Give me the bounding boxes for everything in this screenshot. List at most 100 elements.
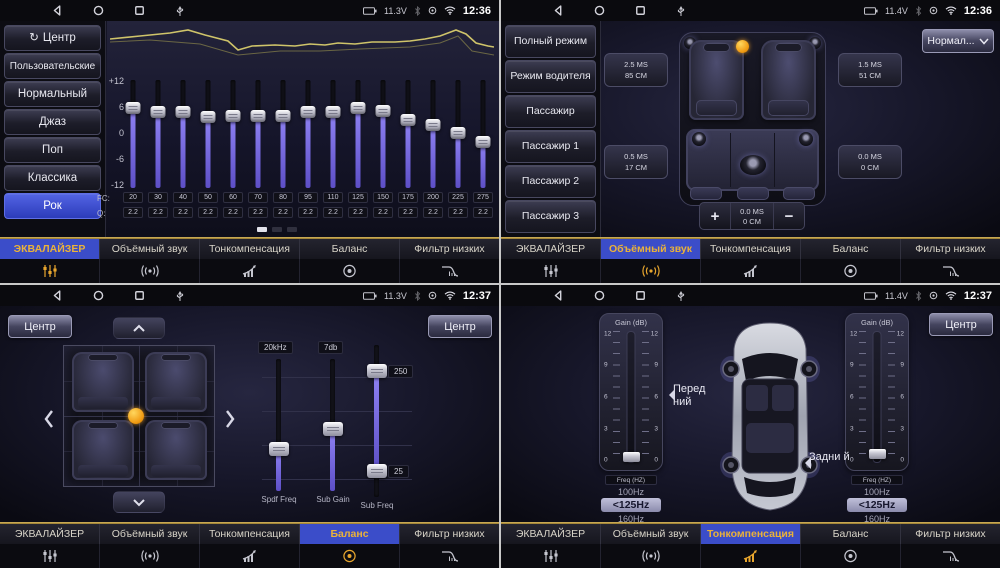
tab-lowpass[interactable]: Фильтр низких xyxy=(901,524,1000,544)
sub-freq-range-slider[interactable] xyxy=(374,345,379,497)
surround-icon[interactable] xyxy=(100,259,200,283)
freq-option-100hz[interactable]: 100Hz xyxy=(601,486,661,497)
lowpass-icon[interactable] xyxy=(400,544,499,568)
home-icon[interactable] xyxy=(594,290,605,301)
loudness-icon[interactable] xyxy=(200,544,300,568)
preset-normal[interactable]: Нормальный xyxy=(4,81,101,107)
sub-gain-slider[interactable] xyxy=(330,359,335,491)
tab-surround[interactable]: Объёмный звук xyxy=(100,239,200,259)
tab-surround[interactable]: Объёмный звук xyxy=(100,524,200,544)
balance-position-ball[interactable] xyxy=(128,408,144,424)
recents-icon[interactable] xyxy=(134,290,145,301)
mode-passenger-3[interactable]: Пассажир 3 xyxy=(505,200,596,233)
tab-surround[interactable]: Объёмный звук xyxy=(601,239,701,259)
slider-handle[interactable] xyxy=(451,127,466,139)
preset-center-button[interactable]: ↻ Центр xyxy=(4,25,101,51)
eq-band[interactable] xyxy=(198,80,218,188)
eq-band[interactable] xyxy=(173,80,193,188)
tab-balance[interactable]: Баланс xyxy=(801,239,901,259)
fader-up-button[interactable] xyxy=(113,317,165,339)
front-gain-slider[interactable] xyxy=(627,331,636,463)
slider-handle[interactable] xyxy=(476,136,491,148)
tab-balance[interactable]: Баланс xyxy=(300,239,400,259)
eq-band[interactable] xyxy=(448,80,468,188)
mode-driver[interactable]: Режим водителя xyxy=(505,60,596,93)
slider-handle[interactable] xyxy=(251,110,266,122)
lowpass-icon[interactable] xyxy=(400,259,499,283)
preset-classic[interactable]: Классика xyxy=(4,165,101,191)
eq-band[interactable] xyxy=(223,80,243,188)
slider-handle[interactable] xyxy=(269,442,289,456)
loudness-center-button[interactable]: Центр xyxy=(929,313,993,336)
tab-equalizer[interactable]: ЭКВАЛАЙЗЕР xyxy=(501,239,601,259)
eq-band[interactable] xyxy=(348,80,368,188)
tab-balance[interactable]: Баланс xyxy=(801,524,901,544)
back-icon[interactable] xyxy=(553,290,564,301)
slider-handle[interactable] xyxy=(623,452,640,462)
mode-passenger-2[interactable]: Пассажир 2 xyxy=(505,165,596,198)
home-icon[interactable] xyxy=(93,5,104,16)
surround-icon[interactable] xyxy=(601,259,701,283)
recents-icon[interactable] xyxy=(635,290,646,301)
lowpass-icon[interactable] xyxy=(901,544,1000,568)
balance-icon[interactable] xyxy=(300,259,400,283)
range-handle-upper[interactable] xyxy=(367,364,387,378)
slider-handle[interactable] xyxy=(276,110,291,122)
mode-full[interactable]: Полный режим xyxy=(505,25,596,58)
tab-lowpass[interactable]: Фильтр низких xyxy=(901,239,1000,259)
back-icon[interactable] xyxy=(553,5,564,16)
tab-loudness[interactable]: Тонкомпенсация xyxy=(200,239,300,259)
eq-band[interactable] xyxy=(148,80,168,188)
lowpass-icon[interactable] xyxy=(901,259,1000,283)
eq-band[interactable] xyxy=(298,80,318,188)
mode-passenger-1[interactable]: Пассажир 1 xyxy=(505,130,596,163)
freq-option-125hz[interactable]: <125Hz xyxy=(601,498,661,512)
recents-icon[interactable] xyxy=(635,5,646,16)
eq-band[interactable] xyxy=(473,80,493,188)
slider-handle[interactable] xyxy=(869,449,886,459)
slider-handle[interactable] xyxy=(351,102,366,114)
range-handle-lower[interactable] xyxy=(367,464,387,478)
eq-band[interactable] xyxy=(373,80,393,188)
balance-icon[interactable] xyxy=(801,544,901,568)
slider-handle[interactable] xyxy=(323,422,343,436)
home-icon[interactable] xyxy=(594,5,605,16)
delay-plus-button[interactable]: + xyxy=(700,203,730,229)
eq-band[interactable] xyxy=(423,80,443,188)
slider-handle[interactable] xyxy=(151,106,166,118)
slider-handle[interactable] xyxy=(426,119,441,131)
slider-handle[interactable] xyxy=(226,110,241,122)
preset-pop[interactable]: Поп xyxy=(4,137,101,163)
slider-handle[interactable] xyxy=(201,111,216,123)
tab-lowpass[interactable]: Фильтр низких xyxy=(400,239,499,259)
home-icon[interactable] xyxy=(93,290,104,301)
slider-handle[interactable] xyxy=(176,106,191,118)
tab-lowpass[interactable]: Фильтр низких xyxy=(400,524,499,544)
slider-handle[interactable] xyxy=(326,106,341,118)
tab-balance[interactable]: Баланс xyxy=(300,524,400,544)
balance-center-button-left[interactable]: Центр xyxy=(8,315,72,338)
back-icon[interactable] xyxy=(52,290,63,301)
balance-right-button[interactable] xyxy=(220,401,240,437)
slider-handle[interactable] xyxy=(376,105,391,117)
rear-gain-slider[interactable] xyxy=(873,331,882,463)
eq-band[interactable] xyxy=(248,80,268,188)
loudness-icon[interactable] xyxy=(200,259,300,283)
recents-icon[interactable] xyxy=(134,5,145,16)
surround-icon[interactable] xyxy=(601,544,701,568)
preset-custom[interactable]: Пользовательские xyxy=(4,53,101,79)
tab-equalizer[interactable]: ЭКВАЛАЙЗЕР xyxy=(0,524,100,544)
tab-equalizer[interactable]: ЭКВАЛАЙЗЕР xyxy=(501,524,601,544)
slider-handle[interactable] xyxy=(301,106,316,118)
tab-loudness[interactable]: Тонкомпенсация xyxy=(200,524,300,544)
balance-left-button[interactable] xyxy=(38,401,58,437)
balance-fader-map[interactable] xyxy=(63,345,215,487)
fader-down-button[interactable] xyxy=(113,491,165,513)
loudness-icon[interactable] xyxy=(701,544,801,568)
back-icon[interactable] xyxy=(52,5,63,16)
equalizer-icon[interactable] xyxy=(0,259,100,283)
loudness-icon[interactable] xyxy=(701,259,801,283)
eq-band[interactable] xyxy=(123,80,143,188)
freq-option-125hz[interactable]: <125Hz xyxy=(847,498,907,512)
eq-band[interactable] xyxy=(273,80,293,188)
